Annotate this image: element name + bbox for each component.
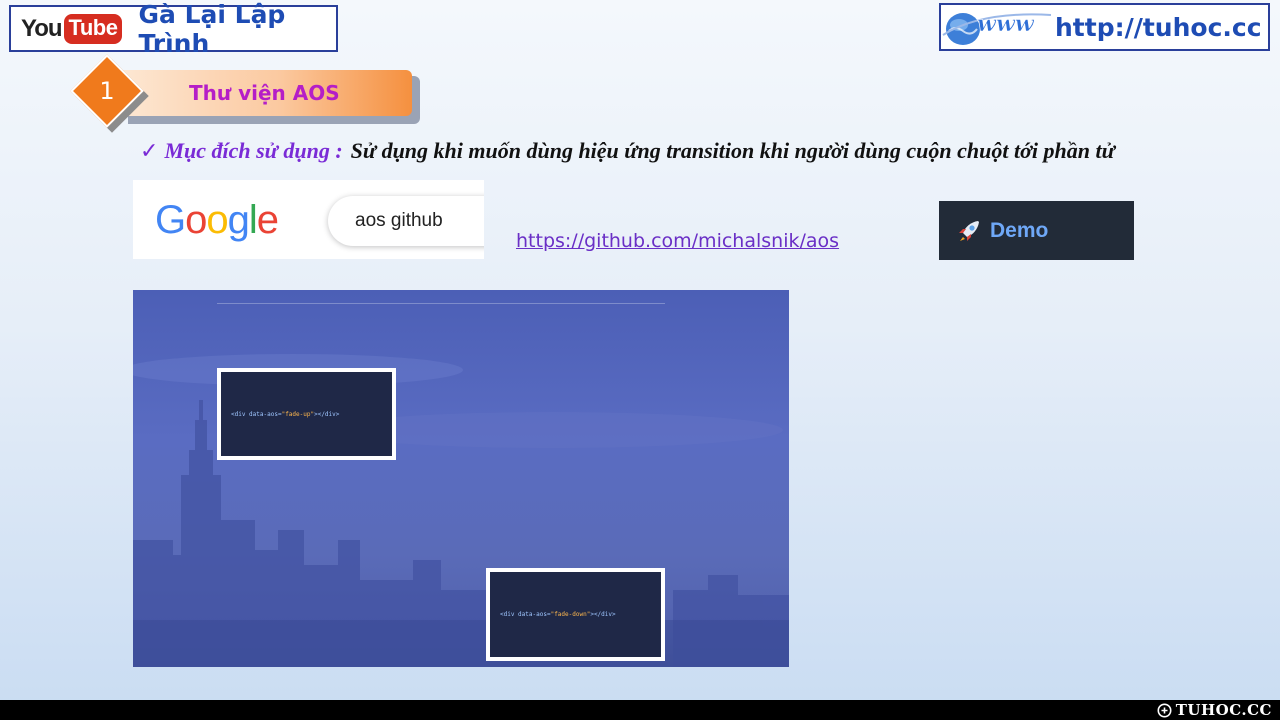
website-header: www http://tuhoc.cc xyxy=(939,3,1270,51)
demo-label: Demo xyxy=(990,218,1049,242)
tuhoc-logo-icon xyxy=(1157,703,1172,717)
google-logo-letter: G xyxy=(155,198,186,242)
checkmark-icon: ✓ xyxy=(140,138,159,163)
code-attr-value: "fade-up" xyxy=(281,410,315,418)
code-tag-open: <div data-aos= xyxy=(500,611,551,618)
youtube-logo-you: You xyxy=(21,14,63,42)
google-logo: Google xyxy=(155,198,279,243)
google-logo-letter: e xyxy=(256,198,279,242)
aos-demo-preview: <div data-aos="fade-up"></div> <div data… xyxy=(133,290,789,667)
purpose-label: Mục đích sử dụng : xyxy=(164,138,343,163)
google-logo-letter: o xyxy=(206,198,228,242)
purpose-line: ✓ Mục đích sử dụng : Sử dụng khi muốn dùng… xyxy=(140,138,1115,164)
demo-button[interactable]: Demo xyxy=(939,201,1134,260)
code-tag-open: <div data-aos= xyxy=(231,410,282,418)
github-link[interactable]: https://github.com/michalsnik/aos xyxy=(516,230,839,252)
channel-title: Gà Lại Lập Trình xyxy=(138,0,286,58)
youtube-logo-tube: Tube xyxy=(63,13,123,44)
fade-down-code: <div data-aos="fade-down"></div> xyxy=(500,611,616,618)
www-text: www xyxy=(977,11,1035,37)
preview-divider xyxy=(217,303,665,304)
google-logo-letter: l xyxy=(248,198,258,242)
code-tag-close: ></div> xyxy=(314,410,340,418)
fade-up-code: <div data-aos="fade-up"></div> xyxy=(231,411,339,418)
section-title: Thư viện AOS xyxy=(189,81,340,105)
google-search-query[interactable]: aos github xyxy=(355,210,443,232)
www-globe-icon: www xyxy=(941,5,1053,49)
fade-down-card: <div data-aos="fade-down"></div> xyxy=(486,568,665,661)
google-search-screenshot: Google aos github xyxy=(133,180,484,259)
watermark: TUHOC.CC xyxy=(1157,701,1272,719)
website-url[interactable]: http://tuhoc.cc xyxy=(1055,13,1262,42)
google-logo-letter: o xyxy=(185,198,207,242)
youtube-logo[interactable]: You Tube xyxy=(21,13,123,44)
section-heading: Thư viện AOS xyxy=(118,70,412,116)
fade-up-card: <div data-aos="fade-up"></div> xyxy=(217,368,396,460)
purpose-text: Sử dụng khi muốn dùng hiệu ứng transitio… xyxy=(350,138,1115,163)
channel-header: You Tube Gà Lại Lập Trình xyxy=(9,0,338,58)
section-number: 1 xyxy=(99,77,115,105)
google-logo-letter: g xyxy=(227,198,250,242)
city-skyline-image xyxy=(133,354,789,667)
rocket-icon xyxy=(959,220,979,241)
code-tag-close: ></div> xyxy=(590,611,616,618)
watermark-text: TUHOC.CC xyxy=(1175,701,1272,719)
code-attr-value: "fade-down" xyxy=(550,611,591,618)
bottom-bar: TUHOC.CC xyxy=(0,700,1280,720)
